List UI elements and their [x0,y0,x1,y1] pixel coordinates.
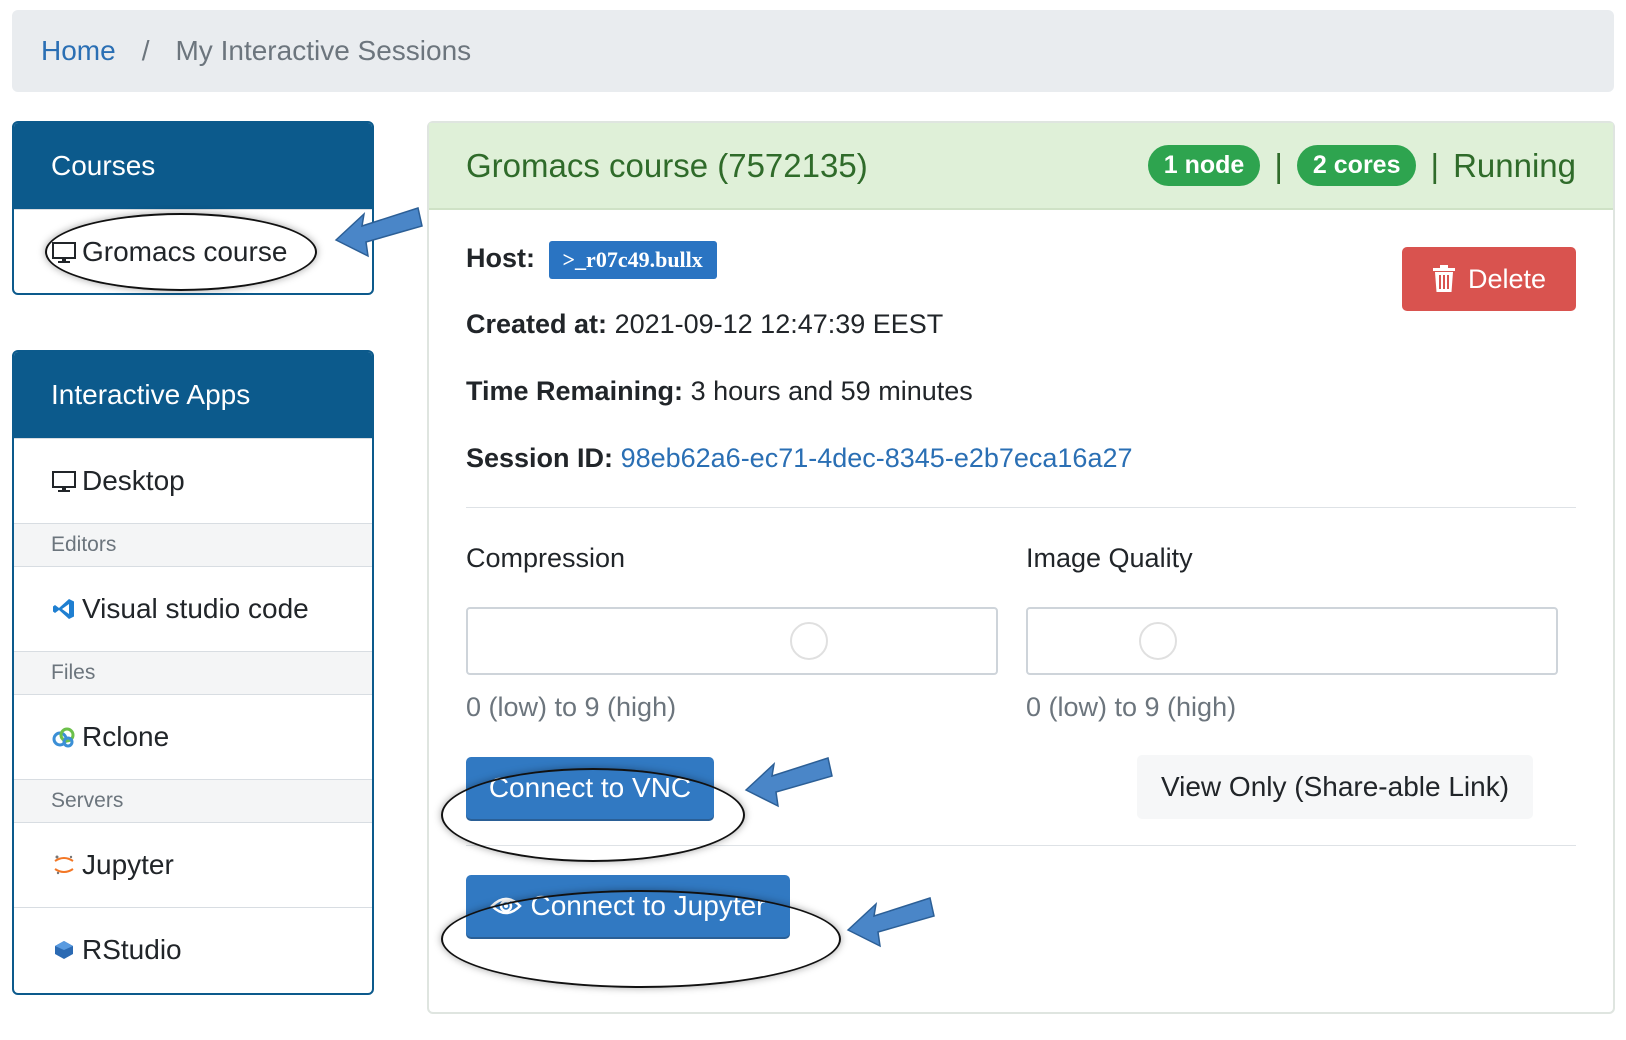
sidebar-item-label: Desktop [82,465,185,496]
sidebar-item-vscode[interactable]: Visual studio code [14,566,372,651]
nodes-badge: 1 node [1147,145,1261,186]
image-quality-label: Image Quality [1026,543,1193,573]
sidebar-item-rstudio[interactable]: RStudio [14,907,372,992]
compression-label: Compression [466,543,626,573]
sidebar-item-desktop[interactable]: Desktop [14,438,372,523]
divider [466,845,1576,846]
image-quality-slider-handle[interactable] [1139,622,1178,660]
sidebar-item-label: Gromacs course [82,236,288,267]
courses-panel-title: Courses [14,123,372,209]
connect-jupyter-label: Connect to Jupyter [530,890,766,921]
delete-button-label: Delete [1467,263,1547,294]
monitor-icon [50,238,78,266]
host-label: Host: [466,243,535,274]
sidebar-item-jupyter[interactable]: Jupyter [14,822,372,907]
courses-panel: Courses Gromacs course [12,121,374,295]
compression-help: 0 (low) to 9 (high) [466,692,677,722]
breadcrumb-current: My Interactive Sessions [175,35,472,66]
compression-slider-handle[interactable] [790,622,828,660]
sidebar-item-gromacs-course[interactable]: Gromacs course [14,209,372,293]
category-servers: Servers [14,779,372,822]
header-separator: | [1274,146,1283,184]
monitor-icon [50,467,78,495]
breadcrumb-home-link[interactable]: Home [41,35,116,67]
session-id-link[interactable]: 98eb62a6-ec71-4dec-8345-e2b7eca16a27 [621,443,1133,473]
sidebar-item-label: RStudio [82,934,182,965]
vscode-icon [50,595,78,623]
image-quality-help: 0 (low) to 9 (high) [1026,692,1237,722]
jupyter-icon [50,851,78,879]
category-files: Files [14,651,372,694]
rclone-icon [50,723,78,751]
delete-button[interactable]: Delete [1402,247,1576,311]
divider [466,507,1576,508]
image-quality-slider[interactable] [1026,607,1558,675]
connect-jupyter-button[interactable]: Connect to Jupyter [466,875,790,937]
created-row: Created at: 2021-09-12 12:47:39 EEST [466,309,943,340]
breadcrumb: Home / My Interactive Sessions [12,10,1614,92]
eye-icon [490,897,523,915]
rstudio-icon [50,936,78,964]
session-card: Gromacs course (7572135) 1 node | 2 core… [427,121,1615,1014]
session-card-header: Gromacs course (7572135) 1 node | 2 core… [429,123,1613,210]
session-id-row: Session ID: 98eb62a6-ec71-4dec-8345-e2b7… [466,443,1133,474]
session-id-label: Session ID: [466,443,614,473]
interactive-apps-title: Interactive Apps [14,352,372,438]
view-only-link-button[interactable]: View Only (Share-able Link) [1137,755,1533,819]
host-row: Host: >_r07c49.bullx [466,241,717,279]
breadcrumb-separator: / [141,35,150,66]
connect-vnc-button[interactable]: Connect to VNC [466,757,714,819]
session-status: Running [1453,146,1576,184]
time-remaining-label: Time Remaining: [466,376,684,406]
host-terminal-link[interactable]: >_r07c49.bullx [548,241,717,279]
session-title: Gromacs course (7572135) [466,146,868,184]
compression-slider[interactable] [466,607,998,675]
created-value: 2021-09-12 12:47:39 EEST [614,309,944,339]
header-separator: | [1430,146,1440,184]
trash-icon [1432,265,1455,292]
sidebar-item-label: Rclone [82,721,170,752]
sidebar-item-rclone[interactable]: Rclone [14,694,372,779]
created-label: Created at: [466,309,608,339]
cores-badge: 2 cores [1296,145,1417,186]
interactive-apps-panel: Interactive Apps Desktop Editors Visual … [12,350,374,995]
time-remaining-row: Time Remaining: 3 hours and 59 minutes [466,376,973,407]
sidebar-item-label: Visual studio code [82,593,309,624]
category-editors: Editors [14,523,372,566]
time-remaining-value: 3 hours and 59 minutes [690,376,973,406]
sidebar-item-label: Jupyter [82,849,174,880]
